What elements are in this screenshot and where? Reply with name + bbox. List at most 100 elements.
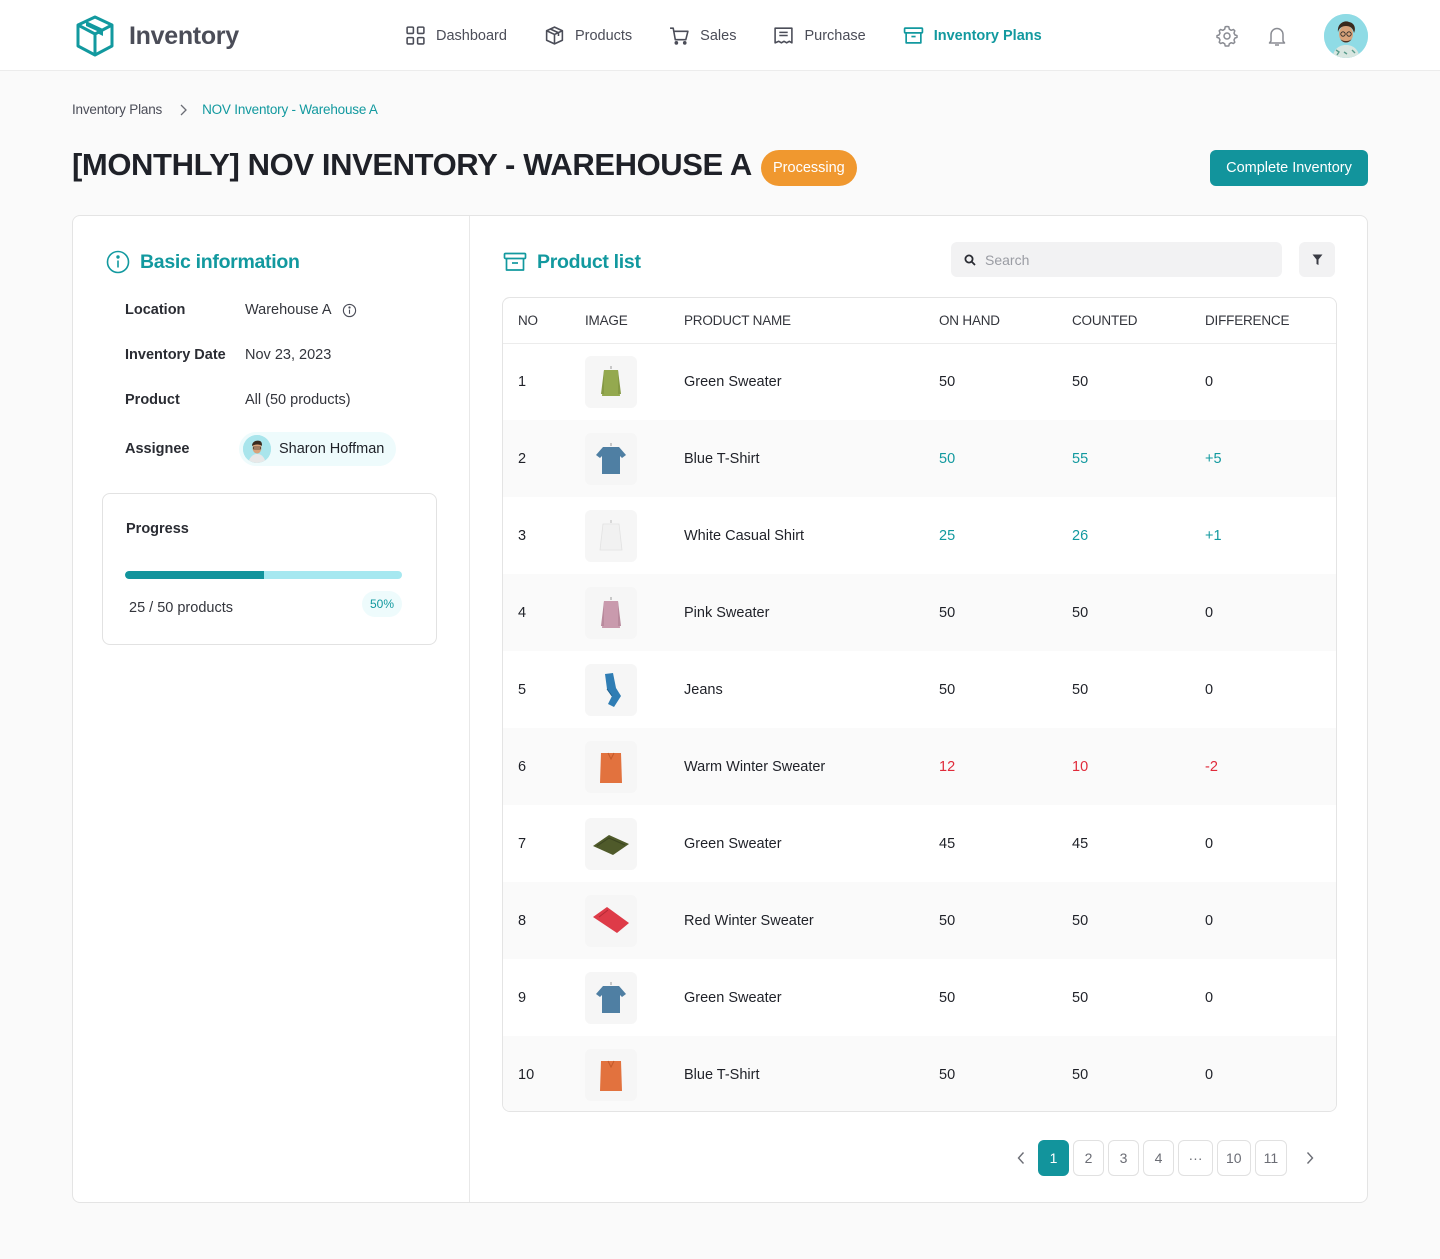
- green-sweater-hanging-icon: [601, 365, 621, 396]
- progress-bar: [125, 571, 402, 579]
- prev-page-button[interactable]: [1008, 1140, 1034, 1176]
- product-thumbnail[interactable]: [585, 355, 637, 408]
- nav-item-sales[interactable]: Sales: [669, 25, 736, 46]
- page-button-1[interactable]: 1: [1038, 1140, 1069, 1176]
- product-thumbnail[interactable]: [585, 971, 637, 1024]
- product-name: Blue T-Shirt: [684, 1066, 760, 1083]
- filter-button[interactable]: [1299, 242, 1335, 277]
- info-row-inventory-date: Inventory Date Nov 23, 2023: [125, 347, 331, 363]
- basic-info-title: Basic information: [140, 250, 300, 273]
- table-row[interactable]: 10 Blue T-Shirt 50 50 0: [503, 1036, 1336, 1111]
- white-shirt-hanging-icon: [599, 519, 623, 550]
- info-row-product: Product All (50 products): [125, 392, 351, 408]
- product-name: Warm Winter Sweater: [684, 758, 826, 775]
- info-circle-icon[interactable]: [342, 303, 357, 318]
- table-row[interactable]: 3 White Casual Shirt 25 26 +1: [503, 497, 1336, 574]
- product-thumbnail[interactable]: [585, 817, 637, 870]
- table-row[interactable]: 4 Pink Sweater 50 50 0: [503, 574, 1336, 651]
- assignee-photo-icon: [243, 435, 271, 463]
- product-thumbnail[interactable]: [585, 432, 637, 485]
- page-ellipsis-button[interactable]: ···: [1178, 1140, 1213, 1176]
- archive-icon: [903, 27, 923, 44]
- product-image-cell: [585, 497, 684, 574]
- product-image-cell: [585, 728, 684, 805]
- gear-icon: [1216, 25, 1238, 47]
- user-photo-icon: [1324, 14, 1368, 58]
- complete-inventory-button[interactable]: Complete Inventory: [1210, 150, 1368, 186]
- notifications-button[interactable]: [1265, 24, 1289, 48]
- nav-label: Purchase: [804, 27, 866, 44]
- product-thumbnail[interactable]: [585, 894, 637, 947]
- product-image-cell: [585, 882, 684, 959]
- table-row[interactable]: 5 Jeans 50 50 0: [503, 651, 1336, 728]
- panel-divider: [469, 216, 470, 1202]
- page-button-10[interactable]: 10: [1217, 1140, 1251, 1176]
- pagination: 1 2 3 4 ··· 10 11: [1008, 1140, 1323, 1176]
- difference-value: 0: [1205, 604, 1214, 621]
- on-hand-value: 50: [939, 681, 956, 698]
- product-thumbnail[interactable]: [585, 740, 637, 793]
- product-image-cell: [585, 343, 684, 420]
- nav-label: Dashboard: [436, 27, 507, 44]
- table-row[interactable]: 9 Green Sweater 50 50 0: [503, 959, 1336, 1036]
- page-button-4[interactable]: 4: [1143, 1140, 1174, 1176]
- column-header-product-name[interactable]: PRODUCT NAME: [684, 298, 939, 343]
- nav-label: Sales: [700, 27, 737, 44]
- product-thumbnail[interactable]: [585, 1048, 637, 1101]
- difference-value: 0: [1205, 835, 1214, 852]
- product-name: Red Winter Sweater: [684, 912, 814, 929]
- assignee-chip[interactable]: Sharon Hoffman: [239, 432, 397, 466]
- blue-tshirt-hanging-icon: [596, 442, 626, 474]
- counted-value: 50: [1072, 1066, 1089, 1083]
- user-avatar[interactable]: [1324, 14, 1368, 58]
- settings-button[interactable]: [1215, 24, 1239, 48]
- assignee-name: Sharon Hoffman: [279, 441, 385, 457]
- page-button-11[interactable]: 11: [1254, 1140, 1288, 1176]
- nav-item-dashboard[interactable]: Dashboard: [405, 25, 507, 46]
- product-thumbnail[interactable]: [585, 663, 637, 716]
- difference-value: +5: [1205, 450, 1222, 467]
- row-number: 3: [518, 527, 527, 544]
- product-image-cell: [585, 651, 684, 728]
- nav-item-products[interactable]: Products: [544, 25, 632, 46]
- app-title: Inventory: [129, 21, 239, 50]
- filter-icon: [1312, 254, 1322, 265]
- product-thumbnail[interactable]: [585, 586, 637, 639]
- column-header-counted[interactable]: COUNTED: [1072, 298, 1205, 343]
- nav-item-purchase[interactable]: Purchase: [773, 25, 866, 46]
- counted-value: 50: [1072, 604, 1089, 621]
- column-header-difference[interactable]: DIFFERENCE: [1205, 298, 1336, 343]
- product-name: Green Sweater: [684, 373, 782, 390]
- search-icon: [964, 254, 976, 266]
- product-image-cell: [585, 1036, 684, 1111]
- breadcrumb: Inventory Plans NOV Inventory - Warehous…: [72, 102, 378, 117]
- breadcrumb-item-inventory-plans[interactable]: Inventory Plans: [72, 102, 162, 117]
- on-hand-value: 50: [939, 450, 956, 467]
- table-row[interactable]: 2 Blue T-Shirt 50 55 +5: [503, 420, 1336, 497]
- nav-item-inventory-plans[interactable]: Inventory Plans: [903, 25, 1042, 46]
- column-header-no[interactable]: NO: [503, 298, 585, 343]
- product-list-title: Product list: [537, 250, 641, 273]
- search-input[interactable]: [985, 251, 1265, 268]
- page-button-3[interactable]: 3: [1108, 1140, 1139, 1176]
- row-number: 5: [518, 681, 527, 698]
- counted-value: 26: [1072, 527, 1089, 544]
- product-thumbnail[interactable]: [585, 509, 637, 562]
- next-page-button[interactable]: [1297, 1140, 1323, 1176]
- row-number: 1: [518, 373, 527, 390]
- product-name: Jeans: [684, 681, 723, 698]
- info-row-location: Location Warehouse A: [125, 302, 357, 318]
- table-row[interactable]: 1 Green Sweater 50 50 0: [503, 343, 1336, 420]
- column-header-on-hand[interactable]: ON HAND: [939, 298, 1072, 343]
- archive-icon: [503, 252, 527, 271]
- product-image-cell: [585, 805, 684, 882]
- jeans-folded-icon: [605, 672, 621, 707]
- difference-value: 0: [1205, 912, 1214, 929]
- top-navbar: Inventory Dashboard Products Sales Purch…: [0, 0, 1440, 71]
- on-hand-value: 50: [939, 989, 956, 1006]
- table-row[interactable]: 6 Warm Winter Sweater 12 10 -2: [503, 728, 1336, 805]
- table-row[interactable]: 7 Green Sweater 45 45 0: [503, 805, 1336, 882]
- app-logo[interactable]: Inventory: [75, 14, 239, 58]
- page-button-2[interactable]: 2: [1073, 1140, 1104, 1176]
- table-row[interactable]: 8 Red Winter Sweater 50 50 0: [503, 882, 1336, 959]
